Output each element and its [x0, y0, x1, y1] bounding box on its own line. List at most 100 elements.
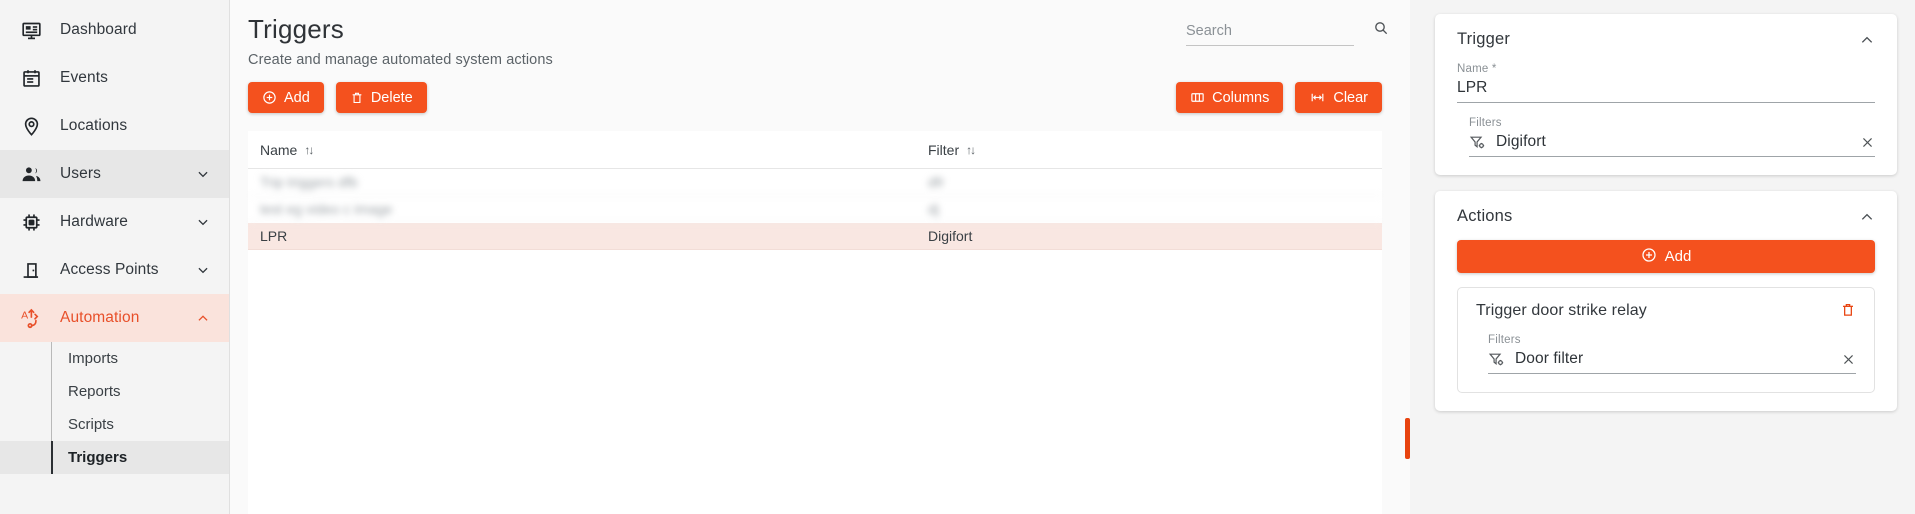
- trigger-card-header[interactable]: Trigger: [1457, 30, 1875, 49]
- cell-filter: dfr: [928, 174, 945, 190]
- actions-card: Actions Add Trigger door strike relay Fi…: [1435, 191, 1897, 411]
- cell-filter: dj: [928, 201, 939, 217]
- trigger-filters-value[interactable]: Digifort: [1496, 133, 1850, 151]
- actions-add-button[interactable]: Add: [1457, 240, 1875, 273]
- action-item-title: Trigger door strike relay: [1476, 302, 1647, 319]
- sidebar-item-access-points[interactable]: Access Points: [0, 246, 229, 294]
- chevron-up-icon[interactable]: [195, 311, 211, 325]
- add-button-label: Add: [284, 89, 310, 106]
- chevron-down-icon[interactable]: [195, 263, 211, 277]
- app-root: Dashboard Events Locations Users Hardwar…: [0, 0, 1915, 514]
- clear-button-label: Clear: [1333, 89, 1368, 106]
- automation-icon: A: [14, 307, 48, 329]
- actions-card-header[interactable]: Actions: [1457, 207, 1875, 226]
- panel-resize-handle[interactable]: [1405, 418, 1410, 459]
- close-icon[interactable]: [1841, 352, 1856, 367]
- sidebar-item-label: Events: [60, 69, 108, 86]
- sidebar-item-events[interactable]: Events: [0, 54, 229, 102]
- door-icon: [14, 260, 48, 281]
- sidebar-item-triggers[interactable]: Triggers: [0, 441, 229, 474]
- sidebar-item-locations[interactable]: Locations: [0, 102, 229, 150]
- toolbar: Add Delete Columns Clear Search: [248, 22, 1388, 113]
- sidebar-subitem-label: Triggers: [68, 449, 128, 466]
- page-subtitle: Create and manage automated system actio…: [248, 52, 553, 68]
- sidebar-item-users[interactable]: Users: [0, 150, 229, 198]
- table-row[interactable]: Trip triggers dfb dfr: [248, 169, 1382, 196]
- action-item-header: Trigger door strike relay: [1476, 302, 1856, 320]
- columns-button-label: Columns: [1212, 89, 1270, 106]
- trigger-filters-label: Filters: [1469, 117, 1502, 129]
- cell-name: LPR: [260, 228, 288, 244]
- sidebar-subnav-automation: Imports Reports Scripts Triggers: [0, 342, 229, 474]
- trigger-card-title: Trigger: [1457, 30, 1511, 48]
- sidebar-subitem-label: Scripts: [68, 416, 114, 433]
- sort-toggle-icon[interactable]: ↑↓: [304, 143, 314, 157]
- chevron-down-icon[interactable]: [195, 215, 211, 229]
- table-row[interactable]: test eg video c image dj: [248, 196, 1382, 223]
- sidebar: Dashboard Events Locations Users Hardwar…: [0, 0, 230, 514]
- sidebar-item-label: Dashboard: [60, 21, 137, 38]
- action-filters-input-row[interactable]: Door filter: [1488, 348, 1856, 374]
- chevron-up-icon[interactable]: [1859, 209, 1875, 225]
- sidebar-item-automation[interactable]: A Automation: [0, 294, 229, 342]
- chip-icon: [14, 212, 48, 233]
- cell-name: test eg video c image: [260, 201, 393, 217]
- action-filters-value[interactable]: Door filter: [1515, 350, 1831, 368]
- columns-icon: [1190, 90, 1205, 105]
- plus-circle-icon: [1641, 247, 1657, 267]
- sidebar-item-imports[interactable]: Imports: [0, 342, 229, 375]
- action-filters-field: Filters Door filter: [1476, 334, 1856, 374]
- table-header-cell-filter[interactable]: Filter ↑↓: [928, 142, 1370, 158]
- actions-add-label: Add: [1664, 248, 1692, 265]
- close-icon[interactable]: [1860, 135, 1875, 150]
- sidebar-subitem-label: Imports: [68, 350, 119, 367]
- chevron-down-icon[interactable]: [195, 167, 211, 181]
- delete-button-label: Delete: [370, 89, 413, 106]
- search-field: [1186, 20, 1388, 46]
- table-row[interactable]: LPR Digifort: [248, 223, 1382, 250]
- triggers-table: Name ↑↓ Filter ↑↓ Trip triggers dfb dfr …: [248, 131, 1382, 514]
- main-header: Triggers Create and manage automated sys…: [230, 0, 1410, 113]
- table-header-row: Name ↑↓ Filter ↑↓: [248, 131, 1382, 169]
- actions-card-title: Actions: [1457, 207, 1513, 225]
- filter-settings-icon: [1469, 134, 1486, 151]
- delete-button[interactable]: Delete: [335, 82, 427, 113]
- sidebar-item-label: Hardware: [60, 213, 128, 230]
- fit-width-icon: [1309, 90, 1326, 105]
- table-header-cell-name[interactable]: Name ↑↓: [260, 142, 928, 158]
- add-button[interactable]: Add: [248, 82, 324, 113]
- columns-button[interactable]: Columns: [1176, 82, 1284, 113]
- action-filters-label: Filters: [1488, 334, 1521, 346]
- sort-toggle-icon[interactable]: ↑↓: [966, 143, 976, 157]
- filter-settings-icon: [1488, 351, 1505, 368]
- sidebar-item-dashboard[interactable]: Dashboard: [0, 6, 229, 54]
- trigger-card: Trigger Name * LPR Filters Digifort: [1435, 14, 1897, 175]
- chevron-up-icon[interactable]: [1859, 32, 1875, 48]
- trigger-filters-field: Filters Digifort: [1457, 117, 1875, 157]
- trash-icon: [350, 91, 364, 105]
- main-content: Triggers Create and manage automated sys…: [230, 0, 1410, 514]
- map-pin-icon: [14, 116, 48, 137]
- search-input[interactable]: [1186, 22, 1373, 39]
- column-header-label: Filter: [928, 141, 960, 158]
- details-panel: Trigger Name * LPR Filters Digifort Acti…: [1410, 0, 1915, 514]
- trigger-name-value[interactable]: LPR: [1457, 79, 1875, 97]
- sidebar-item-scripts[interactable]: Scripts: [0, 408, 229, 441]
- trash-icon[interactable]: [1840, 302, 1856, 318]
- toolbar-right-group: Columns Clear: [1176, 82, 1382, 113]
- trigger-name-label: Name *: [1457, 63, 1497, 75]
- calendar-icon: [14, 68, 48, 89]
- action-item: Trigger door strike relay Filters Door f…: [1457, 287, 1875, 393]
- trigger-filters-input-row[interactable]: Digifort: [1469, 131, 1875, 157]
- clear-button[interactable]: Clear: [1295, 82, 1382, 113]
- sidebar-item-hardware[interactable]: Hardware: [0, 198, 229, 246]
- trigger-name-field: Name * LPR: [1457, 63, 1875, 103]
- trigger-name-input-row[interactable]: LPR: [1457, 77, 1875, 103]
- search-row: [1186, 20, 1388, 46]
- sidebar-item-reports[interactable]: Reports: [0, 375, 229, 408]
- sidebar-item-label: Access Points: [60, 261, 159, 278]
- users-icon: [14, 164, 48, 185]
- plus-circle-icon: [262, 90, 277, 105]
- search-icon[interactable]: [1373, 20, 1389, 41]
- cell-name: Trip triggers dfb: [260, 174, 358, 190]
